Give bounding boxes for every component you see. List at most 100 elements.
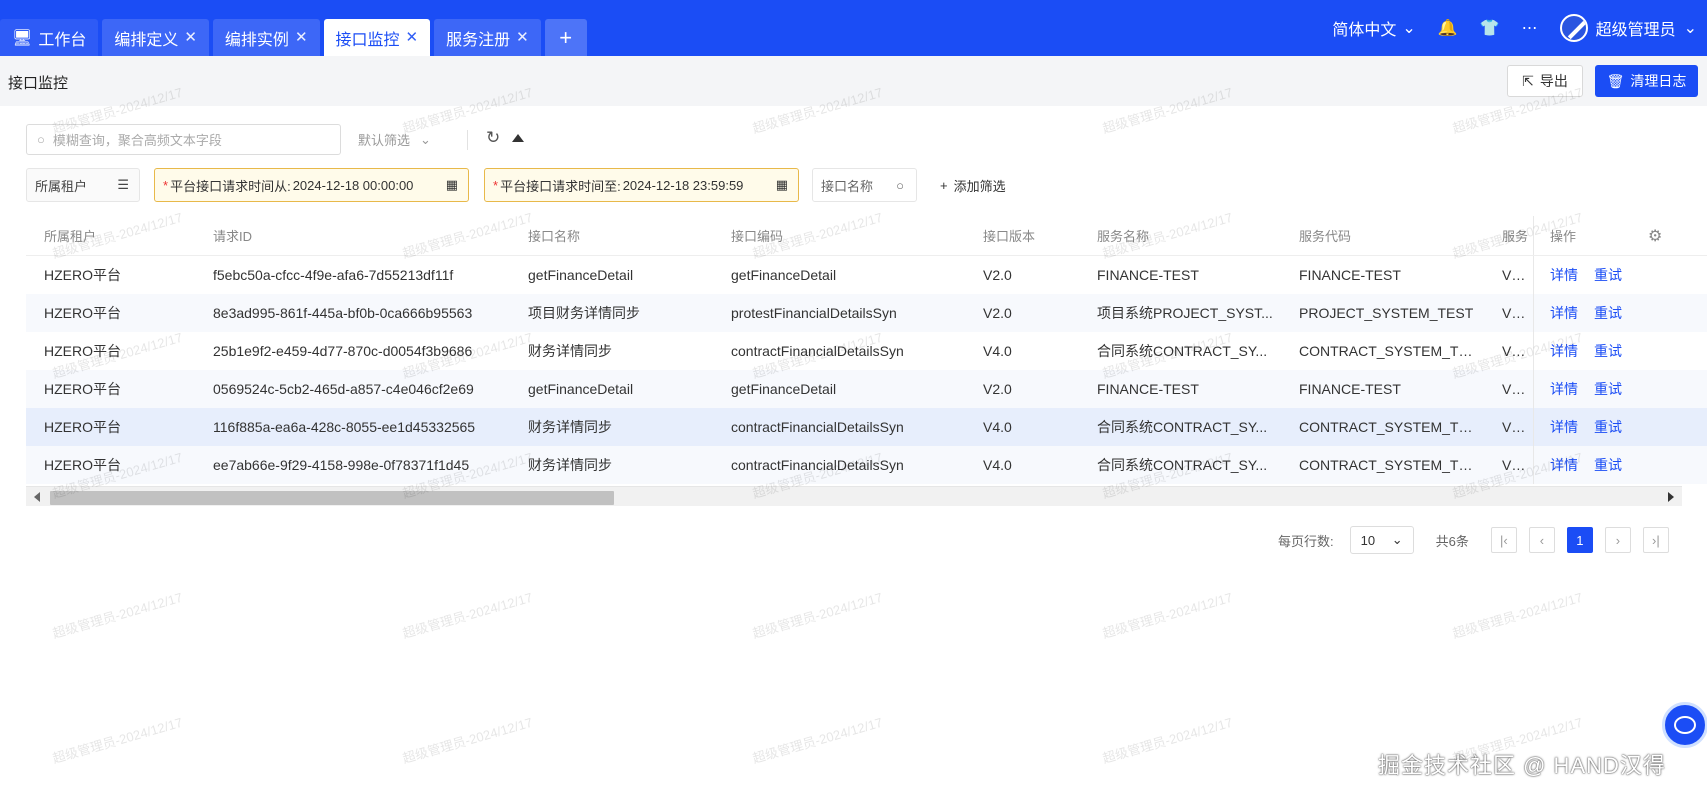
default-filter-dropdown[interactable]: 默认筛选 ⌄ [358,130,431,149]
next-page-icon[interactable]: › [1604,527,1631,553]
row-actions: 详情 重试 [1533,446,1673,484]
table-cell: FINANCE-TEST [1299,381,1401,397]
tenant-filter[interactable]: 所属租户 ☰ [26,168,140,202]
page-number-button[interactable]: 1 [1566,527,1593,553]
table-row[interactable]: HZERO平台 ee7ab66e-9f29-4158-998e-0f78371f1… [26,446,1707,484]
table-row[interactable]: HZERO平台 0569524c-5cb2-465d-a857-c4e046cf2… [26,370,1707,408]
scrollbar-thumb[interactable] [50,491,614,505]
table-cell: HZERO平台 [44,419,121,435]
refresh-icon[interactable]: ↻ [486,128,500,148]
export-label: 导出 [1539,73,1568,89]
table-cell: V2.0 [983,267,1012,283]
chevron-down-icon: ⌄ [420,131,431,147]
column-header[interactable]: 服务名称 [1097,226,1287,245]
chat-assistant-button[interactable] [1662,702,1707,748]
table-cell: 116f885a-ea6a-428c-8055-ee1d45332565 [213,419,476,435]
detail-link[interactable]: 详情 [1550,379,1578,399]
export-icon: ⇱ [1522,72,1534,89]
retry-link[interactable]: 重试 [1594,303,1622,323]
shirt-icon[interactable]: 👕 [1480,18,1500,38]
retry-link[interactable]: 重试 [1594,455,1622,475]
horizontal-scrollbar[interactable] [26,486,1682,506]
column-header[interactable]: 接口编码 [731,226,981,245]
last-page-icon[interactable]: ›| [1642,527,1669,553]
table-cell: V2.0 [983,381,1012,397]
gear-icon[interactable]: ⚙ [1648,226,1662,246]
request-time-from-label: 平台接口请求时间从: [170,178,291,194]
rows-per-page-select[interactable]: 10 ⌄ [1349,526,1414,554]
close-icon[interactable]: ✕ [295,30,308,45]
request-time-to-field[interactable]: * 平台接口请求时间至: 2024-12-18 23:59:59 ▦ [484,168,799,202]
more-icon[interactable]: ⋯ [1522,18,1538,38]
table-cell: V2.0 [1502,305,1531,321]
scroll-left-icon[interactable] [34,492,40,502]
prev-page-icon[interactable]: ‹ [1528,527,1555,553]
retry-link[interactable]: 重试 [1594,341,1622,361]
table-row[interactable]: HZERO平台 25b1e9f2-e459-4d77-870c-d0054f3b9… [26,332,1707,370]
required-mark: * [163,177,169,193]
credit-watermark: 掘金技术社区 @ HAND汉得 [1378,753,1666,778]
tab-workbench[interactable]: 🖥 工作台 [0,19,99,56]
search-input[interactable]: ○ 模糊查询，聚合高频文本字段 [26,124,341,155]
interface-name-label: 接口名称 [821,178,874,194]
detail-link[interactable]: 详情 [1550,303,1578,323]
language-label: 简体中文 [1332,22,1397,39]
close-icon[interactable]: ✕ [406,30,419,45]
column-header[interactable]: 接口版本 [983,226,1083,245]
column-header[interactable]: 所属租户 [44,226,194,245]
collapse-caret-icon[interactable] [512,134,524,142]
table-row[interactable]: HZERO平台 8e3ad995-861f-445a-bf0b-0ca666b95… [26,294,1707,332]
main-panel: ○ 模糊查询，聚合高频文本字段 默认筛选 ⌄ ↻ 所属租户 ☰ * 平台接口请求… [0,106,1707,801]
row-actions: 详情 重试 [1533,408,1673,446]
column-header[interactable]: 服务代码 [1299,226,1487,245]
tab-orchestration-definition[interactable]: 编排定义 ✕ [102,19,209,56]
detail-link[interactable]: 详情 [1550,455,1578,475]
export-button[interactable]: ⇱ 导出 [1507,65,1583,97]
user-menu[interactable]: 超级管理员 ⌄ [1559,14,1697,42]
table-cell: CONTRACT_SYSTEM_TE... [1299,419,1480,435]
column-header[interactable]: 接口名称 [528,226,718,245]
request-time-to-value: 2024-12-18 23:59:59 [622,177,744,193]
retry-link[interactable]: 重试 [1594,379,1622,399]
close-icon[interactable]: ✕ [184,30,197,45]
column-header[interactable]: 请求ID [213,226,503,245]
row-actions-group: 详情 重试 [1534,341,1622,361]
close-icon[interactable]: ✕ [516,30,529,45]
interface-name-filter[interactable]: 接口名称 ○ [812,168,917,202]
calendar-icon[interactable]: ▦ [776,177,788,193]
add-tab-button[interactable]: + [544,19,587,56]
table-cell: 项目财务详情同步 [528,305,640,321]
table-cell: 合同系统CONTRACT_SY... [1097,457,1268,473]
table-row[interactable]: HZERO平台 116f885a-ea6a-428c-8055-ee1d45332… [26,408,1707,446]
add-filter-button[interactable]: + 添加筛选 [940,176,1006,195]
tab-service-registry[interactable]: 服务注册 ✕ [434,19,541,56]
top-right-toolbar: 简体中文 ⌄ 🔔 👕 ⋯ 超级管理员 ⌄ [1332,0,1707,56]
table-cell: 财务详情同步 [528,343,612,359]
scroll-right-icon[interactable] [1668,492,1674,502]
bell-icon[interactable]: 🔔 [1438,18,1458,38]
user-name: 超级管理员 [1595,22,1676,39]
tab-label: 接口监控 [335,31,400,49]
search-placeholder: 模糊查询，聚合高频文本字段 [52,133,222,148]
table-cell: contractFinancialDetailsSyn [731,343,904,359]
column-header[interactable]: 服务 [1502,226,1536,245]
tenant-filter-label: 所属租户 [35,178,88,194]
request-time-from-field[interactable]: * 平台接口请求时间从: 2024-12-18 00:00:00 ▦ [154,168,469,202]
detail-link[interactable]: 详情 [1550,417,1578,437]
table-cell: V2.0 [1502,457,1531,473]
clear-log-button[interactable]: 🗑 清理日志 [1595,65,1698,97]
table-cell: V2.0 [1502,343,1531,359]
retry-link[interactable]: 重试 [1594,265,1622,285]
tab-interface-monitor[interactable]: 接口监控 ✕ [323,19,431,56]
first-page-icon[interactable]: |‹ [1490,527,1517,553]
row-actions: 详情 重试 [1533,256,1673,294]
retry-link[interactable]: 重试 [1594,417,1622,437]
detail-link[interactable]: 详情 [1550,341,1578,361]
tab-orchestration-instance[interactable]: 编排实例 ✕ [212,19,320,56]
table-row[interactable]: HZERO平台 f5ebc50a-cfcc-4f9e-afa6-7d55213df… [26,256,1707,294]
detail-link[interactable]: 详情 [1550,265,1578,285]
calendar-icon[interactable]: ▦ [446,177,458,193]
language-selector[interactable]: 简体中文 ⌄ [1332,16,1415,40]
total-count: 共6条 [1435,533,1469,549]
table-body: HZERO平台 f5ebc50a-cfcc-4f9e-afa6-7d55213df… [26,256,1707,484]
